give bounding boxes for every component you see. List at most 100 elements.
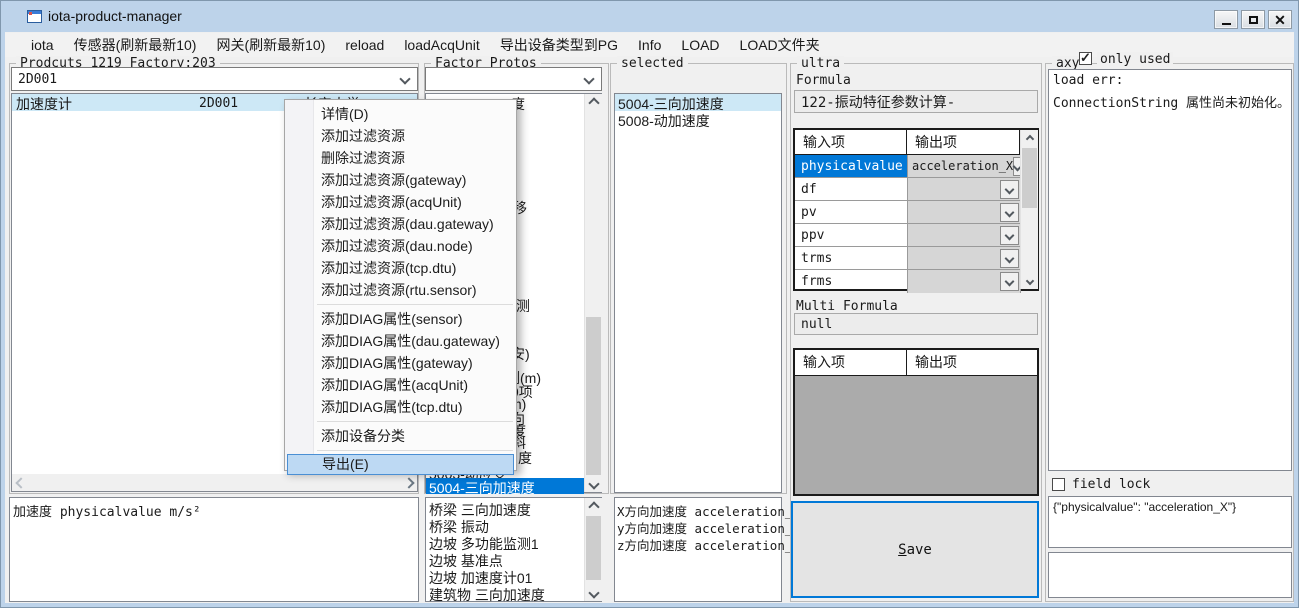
grid-row[interactable]: df bbox=[795, 178, 1037, 201]
menu-separator bbox=[317, 421, 513, 422]
scroll-down-icon[interactable] bbox=[585, 475, 602, 492]
menu-item-add-device-category[interactable]: 添加设备分类 bbox=[285, 425, 516, 447]
factor-protos-combobox[interactable] bbox=[425, 67, 602, 91]
product-code-cell[interactable]: 2D001 bbox=[199, 96, 238, 111]
list-item[interactable]: z方向加速度 acceleration_Z g bbox=[617, 535, 815, 554]
grid-cell-output-combo[interactable] bbox=[908, 178, 1021, 200]
scrollbar-thumb[interactable] bbox=[1022, 148, 1037, 208]
menu-item-info[interactable]: Info bbox=[628, 35, 671, 55]
multi-formula-textbox[interactable]: null bbox=[794, 313, 1038, 335]
grid-cell-input[interactable]: frms bbox=[795, 270, 908, 293]
scrollbar-thumb[interactable] bbox=[586, 317, 601, 476]
list-item[interactable]: 5008-动加速度 bbox=[618, 111, 710, 131]
menu-item-add-filter-dau-gateway[interactable]: 添加过滤资源(dau.gateway) bbox=[285, 213, 516, 235]
menu-item-add-filter-tcp-dtu[interactable]: 添加过滤资源(tcp.dtu) bbox=[285, 257, 516, 279]
grid-cell-output-combo[interactable] bbox=[908, 270, 1021, 293]
chevron-down-icon[interactable] bbox=[1000, 226, 1019, 245]
scroll-up-icon[interactable] bbox=[1021, 130, 1038, 147]
factor-bottom-vscrollbar[interactable] bbox=[584, 498, 602, 601]
scroll-left-icon[interactable] bbox=[12, 474, 29, 491]
menu-item-load-folder[interactable]: LOAD文件夹 bbox=[730, 33, 830, 57]
menu-item-sensors[interactable]: 传感器(刷新最新10) bbox=[64, 33, 207, 57]
grid-cell-output-combo[interactable] bbox=[908, 247, 1021, 269]
app-icon bbox=[27, 10, 42, 23]
empty-grid: 输入项 输出项 bbox=[793, 348, 1039, 496]
grid-vscrollbar[interactable] bbox=[1020, 130, 1038, 289]
grid-row[interactable]: ppv bbox=[795, 224, 1037, 247]
grid-cell-input[interactable]: pv bbox=[795, 201, 908, 223]
formula-textbox[interactable]: 122-振动特征参数计算- bbox=[794, 90, 1038, 113]
chevron-down-icon[interactable] bbox=[1000, 203, 1019, 222]
scroll-down-icon[interactable] bbox=[1021, 272, 1038, 289]
chevron-down-icon[interactable] bbox=[1000, 272, 1019, 291]
scroll-up-icon[interactable] bbox=[585, 94, 602, 111]
scroll-right-icon[interactable] bbox=[400, 474, 417, 491]
grid-row[interactable]: frms bbox=[795, 270, 1037, 293]
title-bar[interactable]: iota-product-manager ✕ bbox=[1, 1, 1298, 32]
menu-item-add-filter-rtu-sensor[interactable]: 添加过滤资源(rtu.sensor) bbox=[285, 279, 516, 301]
grid-cell-input[interactable]: ppv bbox=[795, 224, 908, 246]
grid-row[interactable]: physicalvalue acceleration_X bbox=[795, 155, 1037, 178]
chevron-down-icon[interactable] bbox=[1000, 249, 1019, 268]
log-line: load err: bbox=[1053, 73, 1123, 88]
chevron-down-icon[interactable] bbox=[577, 68, 601, 90]
chevron-down-icon[interactable] bbox=[1000, 180, 1019, 199]
list-item-fragment[interactable]: 度 bbox=[518, 448, 532, 468]
menu-item-add-filter-acqunit[interactable]: 添加过滤资源(acqUnit) bbox=[285, 191, 516, 213]
menu-separator bbox=[317, 304, 513, 305]
only-used-checkbox[interactable] bbox=[1079, 52, 1092, 65]
grid-row[interactable]: trms bbox=[795, 247, 1037, 270]
log-textbox[interactable]: load err: ConnectionString 属性尚未初始化。 bbox=[1048, 69, 1292, 471]
menu-item-reload[interactable]: reload bbox=[335, 35, 394, 55]
scroll-up-icon[interactable] bbox=[585, 498, 602, 515]
context-menu: 详情(D) 添加过滤资源 删除过滤资源 添加过滤资源(gateway) 添加过滤… bbox=[284, 99, 517, 471]
menu-item-delete-filter-resource[interactable]: 删除过滤资源 bbox=[285, 147, 516, 169]
menu-item-add-diag-dau-gateway[interactable]: 添加DIAG属性(dau.gateway) bbox=[285, 330, 516, 352]
save-button[interactable]: Save bbox=[791, 501, 1039, 598]
column-header-output: 输出项 bbox=[907, 130, 1020, 154]
factor-list-vscrollbar[interactable] bbox=[584, 94, 602, 492]
maximize-button[interactable] bbox=[1241, 10, 1265, 29]
close-button[interactable]: ✕ bbox=[1268, 10, 1292, 29]
menu-item-export[interactable]: 导出(E) bbox=[287, 454, 514, 475]
grid-cell-input[interactable]: df bbox=[795, 178, 908, 200]
log-line: ConnectionString 属性尚未初始化。 bbox=[1053, 92, 1290, 111]
minimize-button[interactable] bbox=[1214, 10, 1238, 29]
menu-item-add-diag-acqunit[interactable]: 添加DIAG属性(acqUnit) bbox=[285, 374, 516, 396]
menu-item-add-filter-resource[interactable]: 添加过滤资源 bbox=[285, 125, 516, 147]
menu-item-add-diag-sensor[interactable]: 添加DIAG属性(sensor) bbox=[285, 308, 516, 330]
menu-item-export-pg[interactable]: 导出设备类型到PG bbox=[490, 33, 628, 57]
grid-row[interactable]: pv bbox=[795, 201, 1037, 224]
menu-item-add-filter-gateway[interactable]: 添加过滤资源(gateway) bbox=[285, 169, 516, 191]
menu-item-gateway[interactable]: 网关(刷新最新10) bbox=[206, 33, 335, 57]
list-item-selected[interactable]: 5004-三向加速度 bbox=[426, 478, 584, 494]
menu-item-add-diag-gateway[interactable]: 添加DIAG属性(gateway) bbox=[285, 352, 516, 374]
grid-cell-input[interactable]: trms bbox=[795, 247, 908, 269]
chevron-down-icon[interactable] bbox=[393, 68, 417, 90]
grid-empty-body bbox=[795, 376, 1037, 494]
grid-cell-output-combo[interactable] bbox=[908, 201, 1021, 223]
products-hscrollbar[interactable] bbox=[12, 474, 417, 491]
grid-cell-input[interactable]: physicalvalue bbox=[795, 155, 908, 177]
empty-textbox[interactable] bbox=[1048, 552, 1292, 598]
products-combobox[interactable]: 2D001 bbox=[11, 67, 418, 91]
menu-separator bbox=[317, 450, 513, 451]
selected-list[interactable] bbox=[614, 93, 782, 493]
window-title: iota-product-manager bbox=[48, 8, 182, 24]
grid-cell-output-combo[interactable]: acceleration_X bbox=[908, 155, 1021, 177]
product-name-cell[interactable]: 加速度计 bbox=[16, 94, 72, 114]
list-item[interactable]: 建筑物 三向加速度 bbox=[429, 585, 545, 605]
menu-item-add-diag-tcp-dtu[interactable]: 添加DIAG属性(tcp.dtu) bbox=[285, 396, 516, 418]
grid-cell-output-combo[interactable] bbox=[908, 224, 1021, 246]
menu-item-iota[interactable]: iota bbox=[21, 35, 64, 55]
menu-item-add-filter-dau-node[interactable]: 添加过滤资源(dau.node) bbox=[285, 235, 516, 257]
menu-item-loadacqunit[interactable]: loadAcqUnit bbox=[394, 35, 490, 55]
selected-item-highlight[interactable]: 5004-三向加速度 bbox=[615, 94, 781, 111]
json-textbox[interactable]: {"physicalvalue": "acceleration_X"} bbox=[1048, 496, 1292, 548]
scroll-down-icon[interactable] bbox=[585, 584, 602, 601]
field-lock-checkbox[interactable] bbox=[1052, 478, 1065, 491]
menu-item-load[interactable]: LOAD bbox=[671, 35, 729, 55]
menu-item-details[interactable]: 详情(D) bbox=[285, 103, 516, 125]
scrollbar-thumb[interactable] bbox=[586, 516, 601, 580]
column-header-input: 输入项 bbox=[795, 350, 907, 375]
